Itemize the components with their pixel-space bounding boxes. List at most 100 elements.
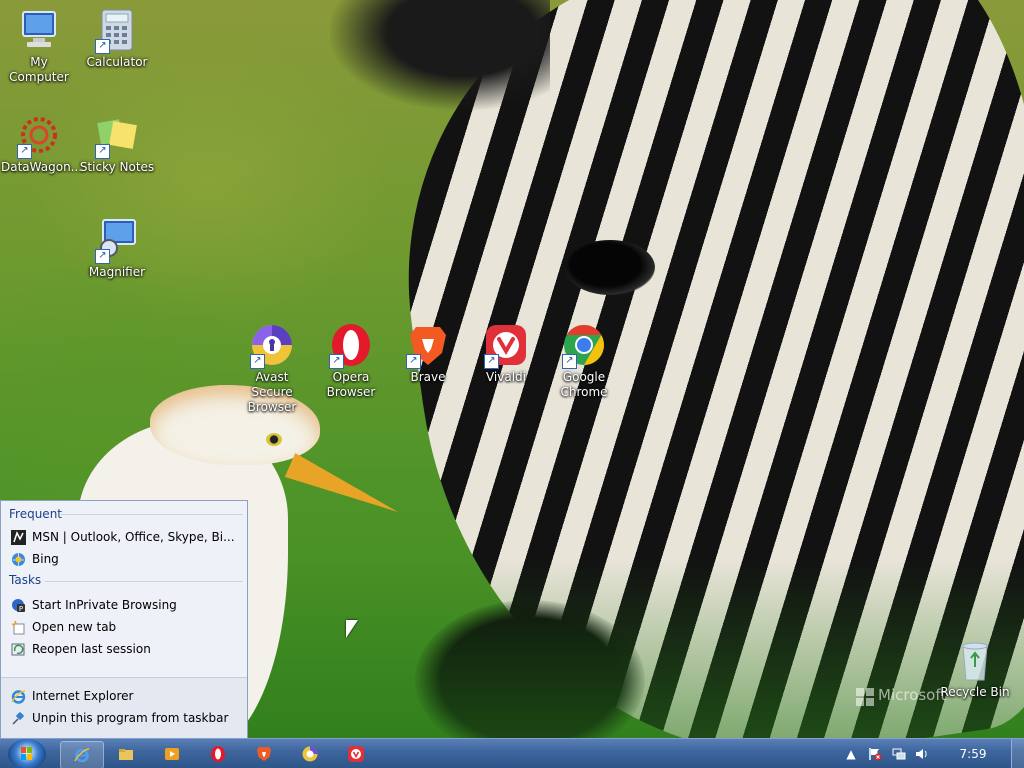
opera-icon [210,746,226,762]
desktop-icon-calculator[interactable]: ↗ Calculator [79,8,155,70]
network-icon[interactable] [892,747,906,761]
desktop-icon-label: Magnifier [88,265,146,279]
shortcut-arrow-icon: ↗ [95,249,110,264]
jumplist-divider [61,514,243,515]
desktop-icon-magnifier[interactable]: ↗ Magnifier [79,218,155,280]
desktop-icon-chrome[interactable]: ↗ Google Chrome [546,323,622,400]
datawagon-icon: ↗ [17,113,61,159]
shortcut-arrow-icon: ↗ [17,144,32,159]
calculator-icon: ↗ [95,8,139,54]
desktop-icon-label: Sticky Notes [79,160,155,174]
brave-icon: ↗ [406,323,450,369]
jumplist-item-reopen-session[interactable]: Reopen last session [1,638,247,660]
jumplist-item-label: Unpin this program from taskbar [32,711,229,725]
mouse-cursor [346,620,358,638]
shortcut-arrow-icon: ↗ [250,354,265,369]
opera-icon: ↗ [329,323,373,369]
desktop-icon-opera[interactable]: ↗ Opera Browser [313,323,389,400]
desktop-icon-label: Vivaldi [485,370,527,384]
media-player-icon [164,746,180,762]
internet-explorer-icon [11,689,26,704]
egret-beak [284,453,404,525]
shortcut-arrow-icon: ↗ [484,354,499,369]
desktop-icon-my-computer[interactable]: My Computer [1,8,77,85]
jumplist-pinned-section: Internet Explorer Unpin this program fro… [1,677,247,738]
show-desktop-button[interactable] [1011,739,1024,768]
shortcut-arrow-icon: ↗ [95,39,110,54]
zebra-mane [330,0,550,110]
jumplist-item-new-tab[interactable]: Open new tab [1,616,247,638]
taskbar-media-player[interactable] [151,741,193,767]
taskbar-brave[interactable] [243,741,285,767]
svg-text:P: P [19,605,23,613]
jumplist-item-label: Reopen last session [32,642,151,656]
internet-explorer-icon [74,747,90,763]
egret-eye [266,433,282,446]
jumplist-item-msn[interactable]: MSN | Outlook, Office, Skype, Bi... [1,526,247,548]
jumplist-item-label: Bing [32,552,59,566]
jumplist-item-label: MSN | Outlook, Office, Skype, Bi... [32,530,235,544]
file-explorer-icon [118,746,134,762]
jumplist-item-inprivate[interactable]: P Start InPrivate Browsing [1,594,247,616]
jumplist-item-label: Internet Explorer [32,689,134,703]
brave-icon [256,746,272,762]
zebra-eye [565,240,655,295]
desktop-icon-label: Calculator [86,55,148,69]
jumplist-item-bing[interactable]: Bing [1,548,247,570]
jumplist-frequent-header: Frequent [9,507,62,521]
bing-icon [11,552,26,567]
desktop-icon-datawagon[interactable]: ↗ DataWagon... [1,113,83,175]
jumplist-tasks-header: Tasks [9,573,42,587]
shortcut-arrow-icon: ↗ [95,144,110,159]
magnifier-icon: ↗ [95,218,139,264]
desktop-icon-label: Brave [410,370,446,384]
avast-browser-icon: ↗ [250,323,294,369]
jumplist-divider [45,581,243,582]
inprivate-icon: P [11,598,26,613]
taskbar-internet-explorer[interactable] [60,741,104,768]
jumplist-item-label: Start InPrivate Browsing [32,598,177,612]
desktop-icon-label: Recycle Bin [940,685,1010,699]
jumplist-item-unpin[interactable]: Unpin this program from taskbar [1,707,247,729]
microsoft-logo-icon [856,688,874,706]
desktop-icon-recycle-bin[interactable]: Recycle Bin [937,638,1013,700]
unpin-icon [11,711,26,726]
action-center-icon[interactable] [868,747,882,761]
taskbar-file-explorer[interactable] [105,741,147,767]
shortcut-arrow-icon: ↗ [562,354,577,369]
avast-browser-icon [302,746,318,762]
taskbar-clock[interactable]: 7:59 AM [950,739,996,768]
start-button[interactable] [8,739,46,768]
taskbar: ▲ 7:59 AM [0,738,1024,768]
desktop-icon-label: DataWagon... [1,160,83,174]
desktop-icon-sticky-notes[interactable]: ↗ Sticky Notes [79,113,155,175]
chrome-icon: ↗ [562,323,606,369]
taskbar-avast-browser[interactable] [289,741,331,767]
desktop-icon-label: Google Chrome [560,370,608,399]
desktop-icon-avast-browser[interactable]: ↗ Avast Secure Browser [234,323,310,415]
shortcut-arrow-icon: ↗ [406,354,421,369]
taskbar-vivaldi[interactable] [335,741,377,767]
jumplist-item-internet-explorer[interactable]: Internet Explorer [1,685,247,707]
msn-icon [11,530,26,545]
ie-jump-list: Frequent MSN | Outlook, Office, Skype, B… [0,500,248,738]
volume-icon[interactable] [915,747,929,761]
windows-logo-icon [21,747,32,760]
taskbar-opera[interactable] [197,741,239,767]
vivaldi-icon: ↗ [484,323,528,369]
vivaldi-icon [348,746,364,762]
sticky-notes-icon: ↗ [95,113,139,159]
desktop-icon-label: Avast Secure Browser [247,370,297,414]
jumplist-item-label: Open new tab [32,620,117,634]
microsoft-watermark: Microsoft [878,686,947,704]
desktop-icon-brave[interactable]: ↗ Brave [390,323,466,385]
show-hidden-icons-icon[interactable]: ▲ [844,747,858,761]
shortcut-arrow-icon: ↗ [329,354,344,369]
desktop-icon-label: My Computer [9,55,69,84]
desktop-icon-vivaldi[interactable]: ↗ Vivaldi [468,323,544,385]
desktop-icon-label: Opera Browser [326,370,376,399]
recycle-bin-icon [953,638,997,682]
new-tab-icon [11,620,26,635]
reopen-session-icon [11,642,26,657]
computer-icon [17,8,61,52]
